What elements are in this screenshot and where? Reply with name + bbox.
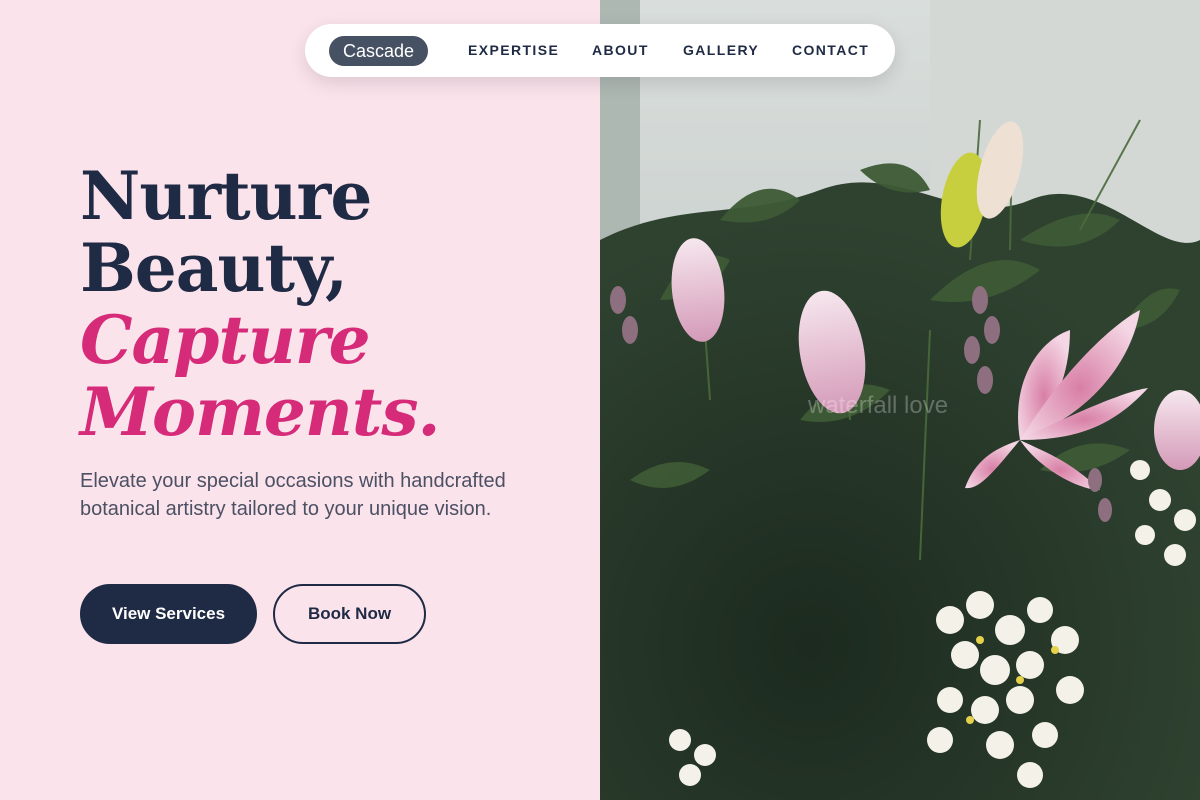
headline-line-nurture: Nurture — [80, 157, 372, 235]
headline-accent-capture: Capture — [80, 301, 371, 379]
headline-accent-moments: Moments. — [80, 373, 441, 451]
cascade-logo[interactable]: Cascade — [329, 36, 428, 66]
hero-description: Elevate your special occasions with hand… — [80, 470, 506, 520]
nav-link-expertise[interactable]: EXPERTISE — [468, 42, 559, 59]
headline-line-beauty: Beauty, — [80, 229, 348, 307]
view-services-button[interactable]: View Services — [80, 584, 257, 644]
nav-link-gallery[interactable]: GALLERY — [683, 42, 759, 59]
nav-link-contact[interactable]: CONTACT — [792, 42, 869, 59]
image-watermark: waterfall love — [808, 392, 949, 419]
hero-headline: Nurture Beauty, Capture Moments. — [80, 157, 441, 451]
top-navigation-bar: Cascade EXPERTISE ABOUT GALLERY CONTACT — [305, 24, 895, 77]
nav-link-about[interactable]: ABOUT — [592, 42, 649, 59]
book-now-button[interactable]: Book Now — [273, 584, 426, 644]
